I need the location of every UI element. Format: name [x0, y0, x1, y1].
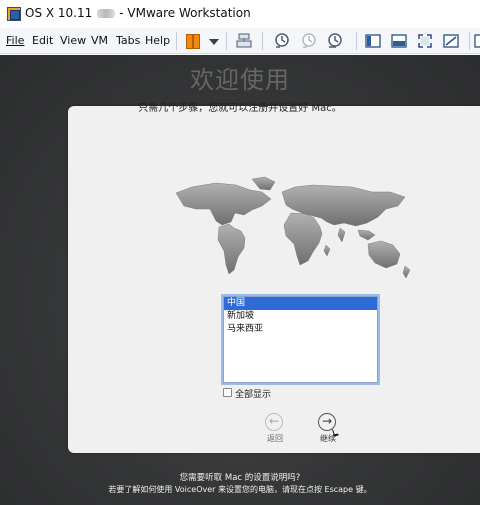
back-label: 返回 [267, 434, 283, 443]
unity-view-icon[interactable] [442, 32, 460, 50]
send-ctrl-alt-del-icon[interactable] [235, 32, 253, 50]
toolbar-separator [226, 32, 227, 50]
console-view-icon[interactable] [390, 32, 408, 50]
vm-name: OS X 10.11 [25, 6, 93, 20]
menu-edit[interactable]: Edit [32, 34, 53, 47]
library-icon[interactable] [473, 32, 480, 50]
voiceover-hint: 若要了解如何使用 VoiceOver 来设置您的电脑，请现在点按 Escape … [108, 485, 372, 494]
show-all-label: 全部显示 [235, 390, 272, 400]
sidebar-view-icon[interactable] [364, 32, 382, 50]
back-arrow-icon: ← [265, 413, 283, 431]
toolbar-separator [262, 32, 263, 50]
menu-vm[interactable]: VM [91, 34, 108, 47]
country-option-malaysia[interactable]: 马来西亚 [224, 323, 377, 336]
toolbar-separator [469, 32, 470, 50]
country-option-singapore[interactable]: 新加坡 [224, 310, 377, 323]
setup-subtitle: 只需几个步骤，您就可以注册并设置好 Mac。 [138, 103, 342, 114]
voiceover-prompt: 您需要听取 Mac 的设置说明吗? [179, 473, 301, 483]
country-option-china[interactable]: 中国 [224, 297, 377, 310]
full-screen-icon[interactable] [416, 32, 434, 50]
country-list[interactable]: 中国 新加坡 马来西亚 [223, 296, 378, 383]
window-title-bar: OS X 10.11 - VMware Workstation [0, 0, 480, 28]
welcome-heading: 欢迎使用 [190, 66, 290, 94]
pause-icon[interactable] [183, 32, 201, 50]
vmware-toolbar: File Edit View VM Tabs Help [0, 28, 480, 54]
menu-help[interactable]: Help [145, 34, 170, 47]
manage-snapshots-icon[interactable] [326, 32, 344, 50]
dropdown-arrow-icon[interactable] [205, 32, 223, 50]
world-map-image [175, 176, 411, 279]
menu-tabs[interactable]: Tabs [116, 34, 140, 47]
back-button[interactable]: ← 返回 [265, 413, 287, 447]
revert-snapshot-icon[interactable] [300, 32, 318, 50]
show-all-checkbox-row[interactable]: 全部显示 [223, 387, 283, 400]
menu-file[interactable]: File [6, 34, 24, 47]
toolbar-separator [176, 32, 177, 50]
redacted-version [97, 9, 116, 18]
app-name: - VMware Workstation [119, 6, 251, 20]
toolbar-separator [356, 32, 357, 50]
snapshot-icon[interactable] [273, 32, 291, 50]
vmware-workstation-icon [7, 7, 21, 21]
window-title: OS X 10.11 - VMware Workstation [25, 6, 251, 20]
show-all-checkbox[interactable] [223, 388, 232, 397]
menu-view[interactable]: View [60, 34, 86, 47]
